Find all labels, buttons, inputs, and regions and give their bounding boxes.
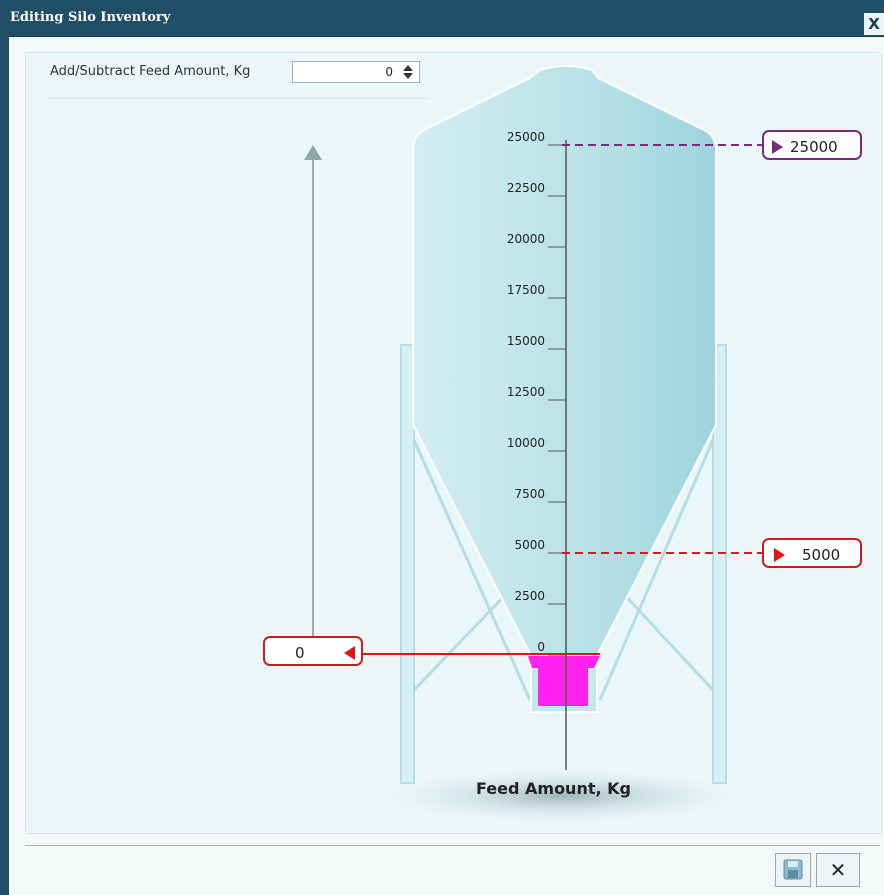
save-icon [783,859,803,880]
alarm-level-marker[interactable]: 5000 [762,538,862,568]
gauge-tick-label: 2500 [514,589,545,603]
current-level-marker[interactable]: 0 [263,636,363,666]
play-icon [774,548,785,562]
gauge-tick-label: 12500 [507,385,545,399]
silo-gauge: 2500022500200001750015000125001000075005… [304,65,762,824]
gauge-tick-label: 15000 [507,334,545,348]
up-arrow-icon [304,145,322,160]
gauge-tick-label: 7500 [514,487,545,501]
axis-title: Feed Amount, Kg [476,779,631,798]
gauge-tick-label: 10000 [507,436,545,450]
max-capacity-marker[interactable]: 25000 [762,130,862,160]
gauge-tick-label: 22500 [507,181,545,195]
gauge-tick-label: 20000 [507,232,545,246]
gauge-tick-label: 17500 [507,283,545,297]
close-icon: ✕ [829,858,847,882]
gauge-tick-label: 25000 [507,130,545,144]
play-icon [772,140,783,154]
gauge-tick-label: 5000 [514,538,545,552]
gauge-tick-label: 0 [537,640,545,654]
save-button[interactable] [775,853,811,887]
cancel-button[interactable]: ✕ [816,853,860,887]
footer-divider [25,845,880,846]
left-arrow-icon [344,646,355,660]
silo-body [412,65,717,663]
